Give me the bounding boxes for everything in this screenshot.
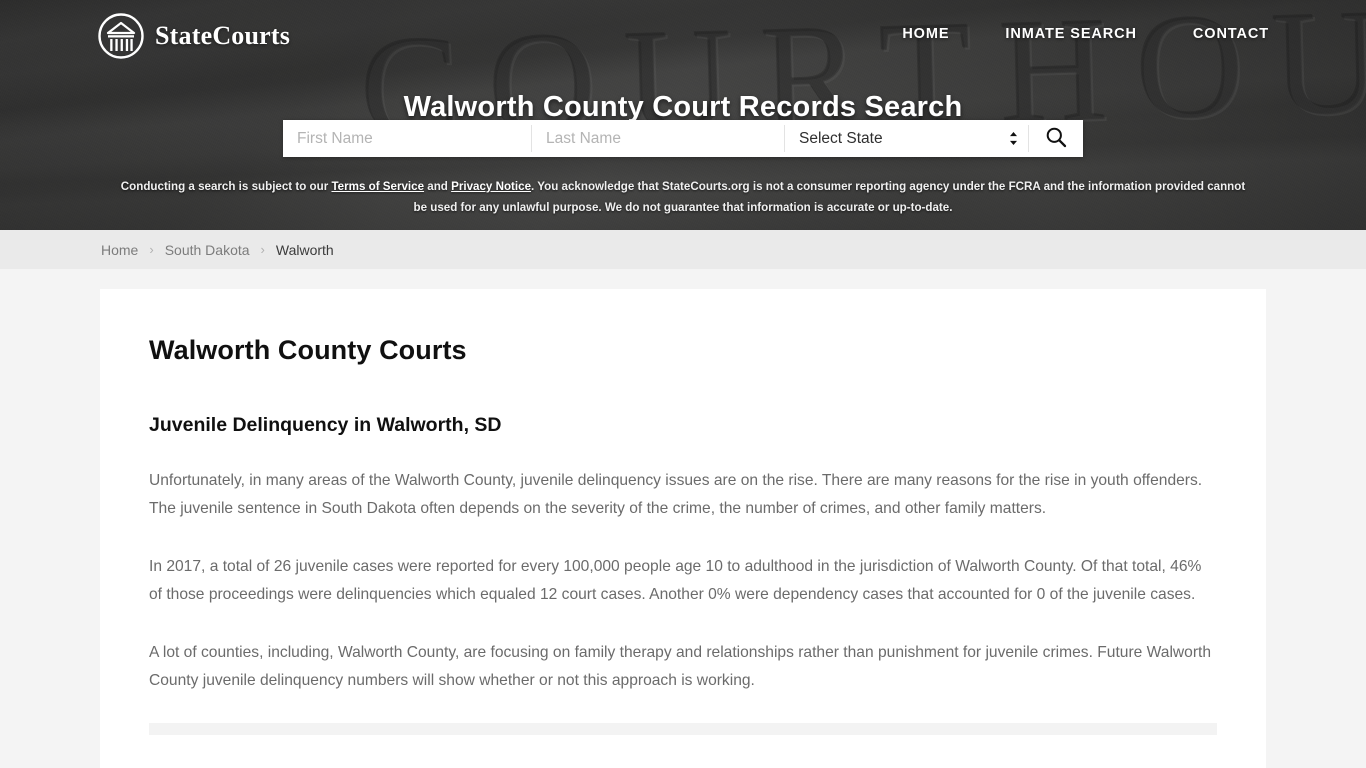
search-icon [1045,126,1067,151]
breadcrumb-item-walworth: Walworth [275,241,334,258]
page-background: Walworth County Courts Juvenile Delinque… [0,269,1366,768]
search-submit-button[interactable] [1029,120,1083,157]
page-title: Walworth County Courts [149,335,467,365]
content-paragraph: Unfortunately, in many areas of the Walw… [149,472,1203,517]
content-card: Walworth County Courts Juvenile Delinque… [100,289,1266,768]
header-inner: StateCourts HOME INMATE SEARCH CONTACT W… [0,0,1366,230]
state-select[interactable]: Select State [785,120,1028,157]
nav-home[interactable]: HOME [902,26,949,42]
main-navigation: HOME INMATE SEARCH CONTACT [902,26,1269,42]
breadcrumb: Home › South Dakota › Walworth [101,242,334,258]
search-disclaimer: Conducting a search is subject to our Te… [120,177,1246,218]
brand-name: StateCourts [155,21,291,50]
breadcrumb-separator-icon: › [260,242,265,257]
breadcrumb-bar: Home › South Dakota › Walworth [0,230,1366,269]
site-header: COURTHOUSE StateCourts HOME INMATE [0,0,1366,230]
state-select-wrapper: Select State [785,120,1028,157]
disclaimer-part-2: and [424,180,452,193]
first-name-input[interactable] [283,120,531,157]
content-paragraph: In 2017, a total of 26 juvenile cases we… [149,558,1202,603]
court-records-search-form: Select State [283,120,1083,157]
privacy-notice-link[interactable]: Privacy Notice [451,180,531,193]
courthouse-circle-icon [97,12,145,60]
content-paragraph: A lot of counties, including, Walworth C… [149,644,1212,689]
disclaimer-part-3: . You acknowledge that StateCourts.org i… [413,180,1246,214]
terms-of-service-link[interactable]: Terms of Service [331,180,424,193]
section-heading-juvenile-delinquency: Juvenile Delinquency in Walworth, SD [149,414,502,436]
disclaimer-part-1: Conducting a search is subject to our [120,180,332,193]
breadcrumb-separator-icon: › [149,242,154,257]
nav-contact[interactable]: CONTACT [1193,26,1269,42]
content-bottom-strip [149,723,1217,735]
nav-inmate-search[interactable]: INMATE SEARCH [1005,26,1136,42]
breadcrumb-item-south-dakota[interactable]: South Dakota [165,242,250,258]
last-name-input[interactable] [532,120,784,157]
brand-logo-link[interactable]: StateCourts [97,12,290,60]
breadcrumb-item-home[interactable]: Home [101,242,138,258]
